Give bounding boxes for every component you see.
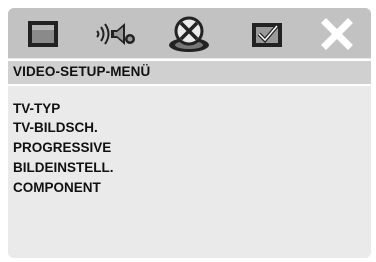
preference-check-icon xyxy=(247,17,287,51)
menu-item-tv-bildsch[interactable]: TV-BILDSCH. xyxy=(13,120,98,135)
menu-header: VIDEO-SETUP-MENÜ xyxy=(8,59,371,86)
menu-title: VIDEO-SETUP-MENÜ xyxy=(13,64,151,79)
display-icon xyxy=(23,17,63,51)
tab-exit[interactable] xyxy=(314,14,360,54)
tab-video-setup[interactable] xyxy=(166,14,212,54)
tab-preference-setup[interactable] xyxy=(244,14,290,54)
menu-item-component[interactable]: COMPONENT xyxy=(13,180,101,195)
video-setup-menu: TV-TYP TV-BILDSCH. PROGRESSIVE BILDEINST… xyxy=(8,86,371,258)
close-icon xyxy=(319,17,355,51)
speaker-icon xyxy=(93,17,137,51)
menu-item-progressive[interactable]: PROGRESSIVE xyxy=(13,140,111,155)
setup-icon-toolbar xyxy=(8,8,371,58)
menu-item-bildeinstell[interactable]: BILDEINSTELL. xyxy=(13,160,114,175)
menu-item-tv-typ[interactable]: TV-TYP xyxy=(13,101,60,116)
tab-audio-setup[interactable] xyxy=(92,14,138,54)
video-setup-osd: VIDEO-SETUP-MENÜ TV-TYP TV-BILDSCH. PROG… xyxy=(8,8,371,258)
tab-general-setup[interactable] xyxy=(20,14,66,54)
video-disc-icon xyxy=(166,14,212,54)
